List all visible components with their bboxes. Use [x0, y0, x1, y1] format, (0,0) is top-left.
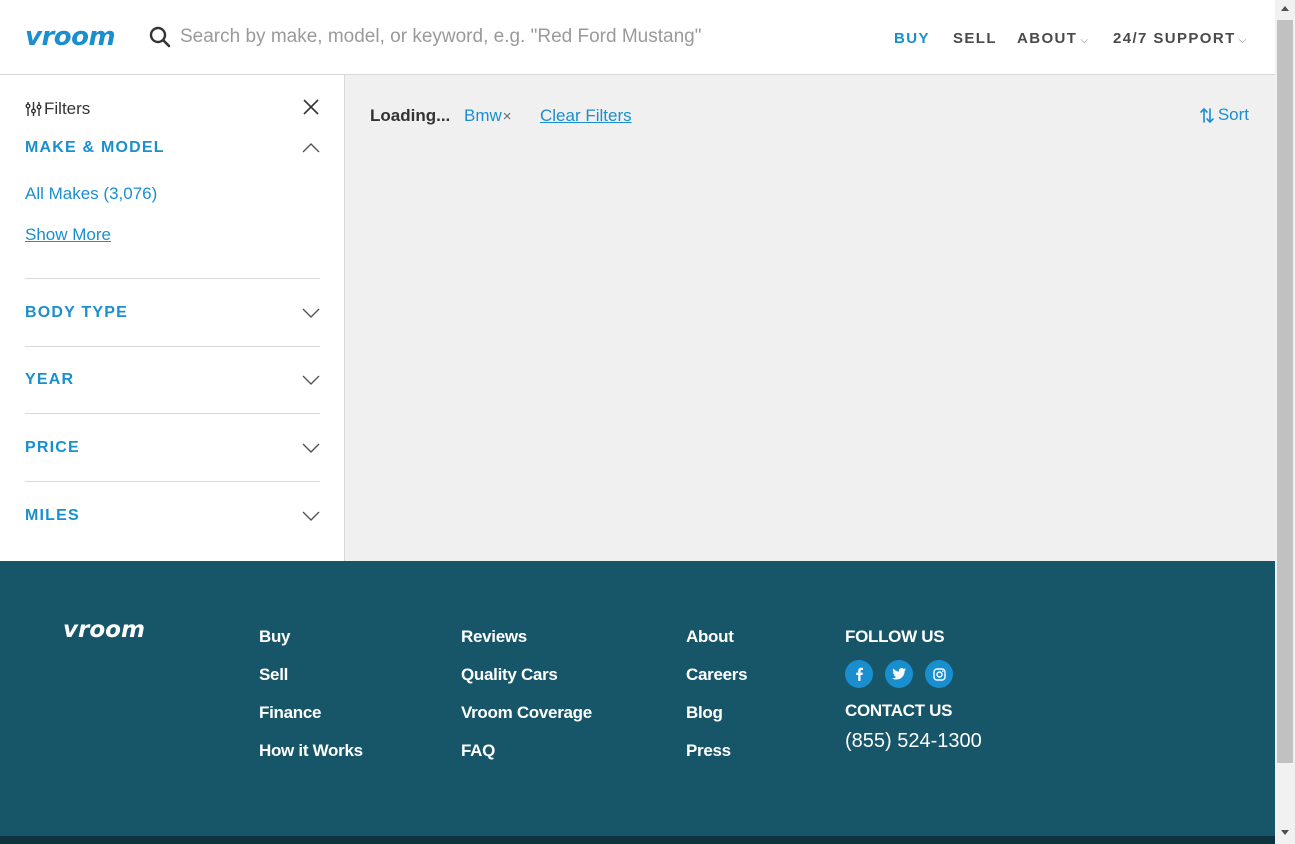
footer-vroom-logo[interactable]: vroom: [63, 617, 145, 643]
loading-status: Loading...: [370, 106, 451, 125]
divider: [25, 413, 320, 414]
chevron-down-icon: ⌵: [1080, 35, 1088, 46]
nav-support-label: 24/7 SUPPORT: [1113, 30, 1236, 47]
miles-section-header[interactable]: MILES: [25, 507, 320, 525]
body-type-label: BODY TYPE: [25, 304, 128, 321]
year-label: YEAR: [25, 371, 75, 388]
show-more-link[interactable]: Show More: [25, 225, 111, 245]
footer-link-buy[interactable]: Buy: [259, 627, 363, 646]
social-links: [845, 660, 953, 688]
filters-sidebar: Filters MAKE & MODEL All Makes (3,076) S…: [0, 75, 345, 561]
facebook-icon[interactable]: [845, 660, 873, 688]
footer-bottom-bar: [0, 836, 1275, 844]
footer-link-careers[interactable]: Careers: [686, 665, 748, 684]
footer-link-press[interactable]: Press: [686, 741, 747, 760]
footer-col-1: Buy Sell Finance How it Works: [259, 627, 363, 779]
chevron-down-icon: [302, 308, 320, 318]
search-icon[interactable]: [149, 26, 171, 48]
nav-about-label: ABOUT: [1017, 30, 1078, 47]
footer-col-2: Reviews Quality Cars Vroom Coverage FAQ: [461, 627, 592, 779]
body-type-section-header[interactable]: BODY TYPE: [25, 304, 320, 322]
all-makes-option[interactable]: All Makes (3,076): [25, 184, 157, 204]
site-header: vroom BUY SELL ABOUT⌵ 24/7 SUPPORT⌵: [0, 0, 1275, 75]
page-scrollbar[interactable]: [1275, 0, 1295, 844]
close-icon[interactable]: [302, 98, 320, 116]
sort-icon: [1200, 107, 1214, 123]
divider: [25, 346, 320, 347]
clear-filters-link[interactable]: Clear Filters: [540, 106, 632, 126]
divider: [25, 278, 320, 279]
chevron-down-icon: [302, 511, 320, 521]
footer-link-quality-cars[interactable]: Quality Cars: [461, 665, 592, 684]
footer-link-reviews[interactable]: Reviews: [461, 627, 592, 646]
phone-number[interactable]: (855) 524-1300: [845, 730, 982, 753]
divider: [25, 481, 320, 482]
nav-buy[interactable]: BUY: [894, 30, 930, 47]
remove-filter-icon[interactable]: ×: [503, 108, 512, 125]
results-area: Loading... Bmw× Clear Filters Sort: [345, 75, 1275, 561]
nav-support[interactable]: 24/7 SUPPORT ⌵: [1113, 30, 1246, 47]
twitter-icon[interactable]: [885, 660, 913, 688]
price-section-header[interactable]: PRICE: [25, 439, 320, 457]
filters-header: Filters: [25, 99, 90, 119]
site-footer: vroom Buy Sell Finance How it Works Revi…: [0, 561, 1275, 836]
footer-link-sell[interactable]: Sell: [259, 665, 363, 684]
scrollbar-thumb[interactable]: [1277, 20, 1293, 763]
chevron-down-icon: [302, 443, 320, 453]
footer-link-how-it-works[interactable]: How it Works: [259, 741, 363, 760]
footer-link-faq[interactable]: FAQ: [461, 741, 592, 760]
footer-link-finance[interactable]: Finance: [259, 703, 363, 722]
make-model-section-header[interactable]: MAKE & MODEL: [25, 139, 320, 157]
vroom-logo[interactable]: vroom: [25, 22, 116, 52]
footer-col-3: About Careers Blog Press: [686, 627, 748, 779]
chevron-down-icon: ⌵: [1238, 35, 1247, 46]
scroll-down-arrow-icon[interactable]: [1281, 830, 1289, 835]
sort-button[interactable]: Sort: [1199, 105, 1249, 125]
chevron-down-icon: [302, 375, 320, 385]
make-model-label: MAKE & MODEL: [25, 139, 165, 156]
year-section-header[interactable]: YEAR: [25, 371, 320, 389]
follow-us-heading: FOLLOW US: [845, 627, 945, 646]
filter-chip-label: Bmw: [464, 106, 502, 125]
sliders-icon: [25, 102, 42, 116]
price-label: PRICE: [25, 439, 80, 456]
footer-link-about[interactable]: About: [686, 627, 747, 646]
nav-sell[interactable]: SELL: [953, 30, 997, 47]
sort-label: Sort: [1217, 105, 1249, 124]
miles-label: MILES: [25, 507, 80, 524]
footer-link-blog[interactable]: Blog: [686, 703, 747, 722]
contact-us-heading: CONTACT US: [845, 701, 953, 720]
scroll-up-arrow-icon[interactable]: [1281, 6, 1289, 11]
filters-title: Filters: [44, 99, 91, 118]
footer-link-vroom-coverage[interactable]: Vroom Coverage: [461, 703, 592, 722]
search-input[interactable]: [180, 22, 740, 52]
instagram-icon[interactable]: [925, 660, 953, 688]
filter-chip-bmw[interactable]: Bmw×: [464, 106, 512, 126]
chevron-up-icon: [302, 143, 320, 153]
nav-about[interactable]: ABOUT ⌵: [1017, 30, 1088, 47]
